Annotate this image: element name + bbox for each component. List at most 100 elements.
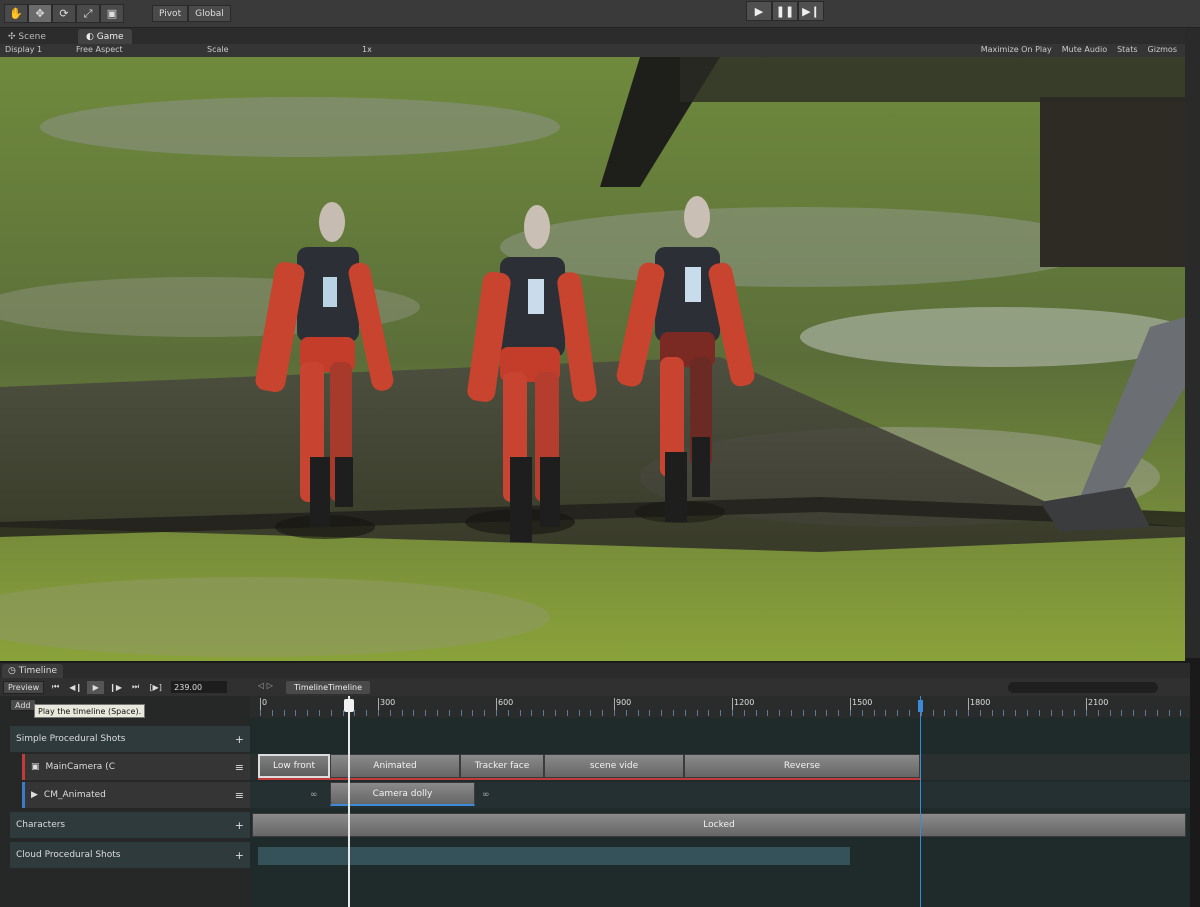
- ruler-minor-tick: [743, 710, 745, 716]
- ruler-minor-tick: [991, 710, 993, 716]
- ruler-minor-tick: [1097, 710, 1099, 716]
- tab-game[interactable]: ◐ Game: [78, 29, 132, 44]
- end-marker-handle[interactable]: [918, 700, 923, 712]
- clip-camera-dolly[interactable]: Camera dolly: [330, 782, 475, 806]
- ruler-minor-tick: [885, 710, 887, 716]
- ruler-minor-tick: [1015, 710, 1017, 716]
- add-label: Add: [15, 700, 31, 710]
- timeline-search-input[interactable]: [1008, 682, 1158, 693]
- timeline-play-icon[interactable]: ▶: [87, 680, 105, 694]
- clip-low-front[interactable]: Low front: [258, 754, 330, 778]
- pivot-label: Pivot: [159, 8, 182, 19]
- rotate-tool-icon[interactable]: ⟳: [52, 4, 76, 23]
- clip-scene-wide[interactable]: scene vide: [544, 754, 684, 778]
- track-group-simple[interactable]: Simple Procedural Shots +: [10, 726, 250, 752]
- goto-start-icon[interactable]: ⏮: [47, 681, 64, 694]
- scale-tool-icon[interactable]: ⤢: [76, 4, 100, 23]
- goto-end-icon[interactable]: ⏭: [127, 681, 144, 694]
- track-cm-animated[interactable]: ▶ CM_Animated ≡: [22, 782, 250, 808]
- side-scrollbar[interactable]: [1185, 28, 1200, 658]
- ruler-minor-tick: [519, 710, 521, 716]
- track-cm-animated-label: CM_Animated: [43, 790, 106, 800]
- mute-audio-toggle[interactable]: Mute Audio: [1062, 45, 1107, 54]
- add-track-button[interactable]: Add: [10, 699, 36, 711]
- prev-frame-icon[interactable]: ◀❙: [67, 681, 84, 694]
- playhead-handle[interactable]: [344, 699, 354, 712]
- tab-timeline[interactable]: ◷ Timeline: [2, 664, 64, 678]
- clip-locked[interactable]: Locked: [252, 813, 1186, 837]
- stats-toggle[interactable]: Stats: [1117, 45, 1137, 54]
- timeline-end-marker[interactable]: [920, 696, 921, 907]
- ruler-minor-tick: [909, 710, 910, 716]
- track-menu-icon[interactable]: ≡: [235, 789, 244, 802]
- ruler-tick-label: 0: [262, 698, 268, 707]
- ruler-minor-tick: [472, 710, 474, 716]
- ruler-minor-tick: [590, 710, 592, 716]
- play-tooltip: Play the timeline (Space).: [34, 704, 146, 718]
- clip-tracker-face[interactable]: Tracker face: [460, 754, 544, 778]
- next-frame-icon[interactable]: ❙▶: [107, 681, 124, 694]
- clip-label: Locked: [703, 820, 735, 830]
- track-group-characters-label: Characters: [16, 820, 66, 830]
- nav-arrows-icon[interactable]: ◁ ▷: [258, 681, 273, 690]
- add-icon[interactable]: +: [235, 733, 244, 746]
- playhead[interactable]: [348, 696, 350, 907]
- hand-tool-icon[interactable]: ✋: [4, 4, 28, 23]
- track-main-camera[interactable]: ▣ MainCamera (C ≡: [22, 754, 250, 780]
- aspect-dropdown[interactable]: Free Aspect: [76, 45, 123, 54]
- lane-cloud: [250, 842, 1190, 868]
- track-group-characters[interactable]: Characters +: [10, 812, 250, 838]
- ruler-minor-tick: [330, 710, 332, 716]
- animation-track-icon: ▶: [31, 790, 38, 800]
- ruler-minor-tick: [484, 710, 486, 716]
- ruler-minor-tick: [637, 710, 639, 716]
- scale-label: Scale: [207, 45, 229, 54]
- timeline-controls: Preview ⏮ ◀❙ ▶ ❙▶ ⏭ [▶] 239.00: [0, 678, 250, 696]
- maximize-on-play-toggle[interactable]: Maximize On Play: [981, 45, 1052, 54]
- ruler-minor-tick: [1074, 710, 1076, 716]
- loop-icon: ∞: [482, 790, 490, 800]
- ruler-tick-label: 1800: [970, 698, 991, 707]
- pivot-toggles: Pivot Global: [152, 5, 231, 22]
- lane-cm-animated: ∞ Camera dolly ∞: [250, 782, 1190, 808]
- rect-tool-icon[interactable]: ▣: [100, 4, 124, 23]
- current-frame-field[interactable]: 239.00: [171, 681, 228, 693]
- gizmos-dropdown[interactable]: Gizmos: [1148, 45, 1177, 54]
- breadcrumb[interactable]: TimelineTimeline: [286, 681, 371, 694]
- timeline-breadcrumb-bar: ◁ ▷ TimelineTimeline: [250, 678, 1190, 696]
- ruler-minor-tick: [425, 710, 427, 716]
- clip-reverse[interactable]: Reverse: [684, 754, 920, 778]
- ruler-minor-tick: [802, 710, 804, 716]
- time-ruler[interactable]: 0 300 600 900 1200 1500 1800 2100: [250, 696, 1190, 718]
- track-group-cloud-label: Cloud Procedural Shots: [16, 850, 121, 860]
- ruler-minor-tick: [791, 710, 792, 716]
- transform-tools: ✋ ✥ ⟳ ⤢ ▣: [4, 4, 124, 23]
- clip-label: Animated: [373, 761, 417, 771]
- game-tab-icon: ◐: [86, 31, 94, 42]
- step-icon[interactable]: ▶❙: [798, 1, 824, 21]
- preview-button[interactable]: Preview: [3, 680, 45, 694]
- ruler-minor-tick: [1121, 710, 1123, 716]
- clip-area[interactable]: 0 300 600 900 1200 1500 1800 2100 Low front Ani…: [250, 696, 1190, 907]
- ruler-minor-tick: [295, 710, 297, 716]
- add-icon[interactable]: +: [235, 819, 244, 832]
- ruler-minor-tick: [708, 710, 710, 716]
- play-icon[interactable]: ▶: [746, 1, 772, 21]
- ruler-minor-tick: [755, 710, 757, 716]
- view-tabs: ✣ Scene ◐ Game: [0, 28, 1200, 44]
- tab-scene[interactable]: ✣ Scene: [0, 29, 54, 44]
- timeline-tabbar: ◷ Timeline: [0, 663, 1190, 678]
- track-group-cloud[interactable]: Cloud Procedural Shots +: [10, 842, 250, 868]
- track-group-simple-label: Simple Procedural Shots: [16, 734, 126, 744]
- pause-icon[interactable]: ❚❚: [772, 1, 798, 21]
- play-range-icon[interactable]: [▶]: [147, 681, 164, 694]
- track-menu-icon[interactable]: ≡: [235, 761, 244, 774]
- add-icon[interactable]: +: [235, 849, 244, 862]
- move-tool-icon[interactable]: ✥: [28, 4, 52, 23]
- pivot-button[interactable]: Pivot: [152, 5, 189, 22]
- clip-label: Reverse: [783, 761, 821, 771]
- display-dropdown[interactable]: Display 1: [5, 45, 42, 54]
- global-button[interactable]: Global: [188, 5, 231, 22]
- clip-track-underline: [258, 778, 920, 780]
- ruler-minor-tick: [1038, 710, 1040, 716]
